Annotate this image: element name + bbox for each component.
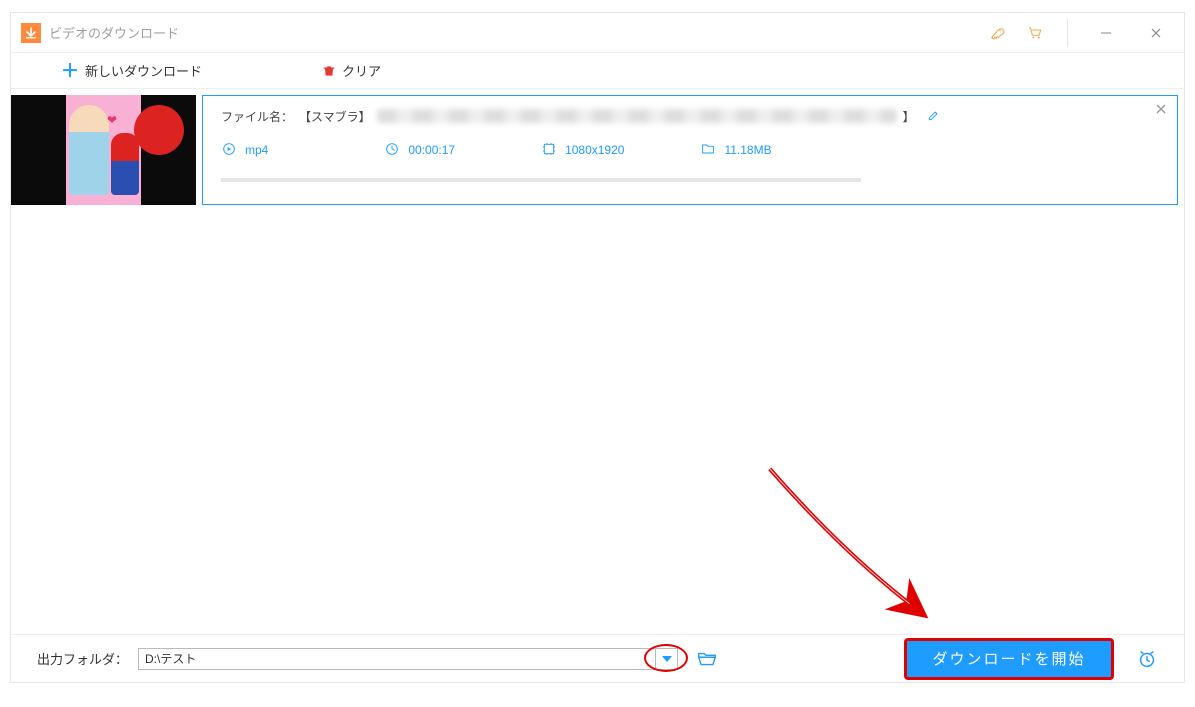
resolution-value: 1080x1920 (565, 143, 624, 157)
clear-label: クリア (342, 61, 381, 80)
filesize-icon (700, 141, 716, 160)
titlebar-right-icons (985, 17, 1174, 49)
download-item-card: ファイル名： 【スマブラ】 】 mp4 (202, 95, 1178, 205)
heart-icon: ❤ (107, 113, 117, 127)
resolution-info: 1080x1920 (541, 141, 624, 160)
output-folder-dropdown-button[interactable] (655, 649, 677, 669)
format-value: mp4 (245, 143, 268, 157)
download-item: ❤ ファイル名： 【スマブラ】 】 (11, 95, 1178, 205)
app-window: ビデオのダウンロード ＋ 新しいダウンロード (10, 12, 1185, 683)
edit-filename-icon[interactable] (927, 108, 941, 125)
filename-prefix: 【スマブラ】 (299, 108, 371, 125)
start-download-label: ダウンロードを開始 (932, 648, 1085, 669)
filename-label: ファイル名： (221, 108, 293, 125)
filename-row: ファイル名： 【スマブラ】 】 (221, 106, 1159, 126)
filename-suffix: 】 (903, 108, 915, 125)
output-folder-select[interactable] (138, 648, 678, 670)
clock-icon (384, 141, 400, 160)
clear-button[interactable]: クリア (322, 61, 381, 80)
new-download-button[interactable]: ＋ 新しいダウンロード (61, 61, 202, 80)
filesize-value: 11.18MB (724, 143, 771, 157)
title-bar: ビデオのダウンロード (11, 13, 1184, 53)
filesize-info: 11.18MB (700, 141, 771, 160)
format-icon (221, 141, 237, 160)
duration-value: 00:00:17 (408, 143, 455, 157)
duration-info: 00:00:17 (384, 141, 455, 160)
chevron-down-icon (662, 656, 672, 662)
open-folder-button[interactable] (696, 648, 718, 670)
resolution-icon (541, 141, 557, 160)
scheduler-icon[interactable] (1136, 648, 1158, 670)
toolbar: ＋ 新しいダウンロード クリア (11, 53, 1184, 89)
output-folder-input[interactable] (139, 649, 655, 669)
cart-icon[interactable] (1023, 21, 1047, 45)
remove-item-button[interactable] (1155, 102, 1167, 120)
metadata-row: mp4 00:00:17 1080x1920 (221, 140, 1159, 160)
window-title: ビデオのダウンロード (49, 23, 179, 42)
footer: 出力フォルダ： ダウンロードを開始 (11, 634, 1184, 682)
start-download-button[interactable]: ダウンロードを開始 (904, 638, 1114, 680)
close-button[interactable] (1138, 17, 1174, 49)
progress-bar (221, 178, 861, 182)
video-thumbnail[interactable]: ❤ (11, 95, 196, 205)
filename-redacted (377, 109, 897, 123)
trash-icon (322, 64, 336, 78)
key-icon[interactable] (985, 21, 1009, 45)
output-folder-label: 出力フォルダ： (37, 649, 128, 668)
minimize-button[interactable] (1088, 17, 1124, 49)
app-logo-icon (21, 23, 41, 43)
content-area: ❤ ファイル名： 【スマブラ】 】 (11, 89, 1184, 634)
plus-icon: ＋ (61, 62, 79, 80)
format-info: mp4 (221, 141, 268, 160)
new-download-label: 新しいダウンロード (85, 61, 202, 80)
